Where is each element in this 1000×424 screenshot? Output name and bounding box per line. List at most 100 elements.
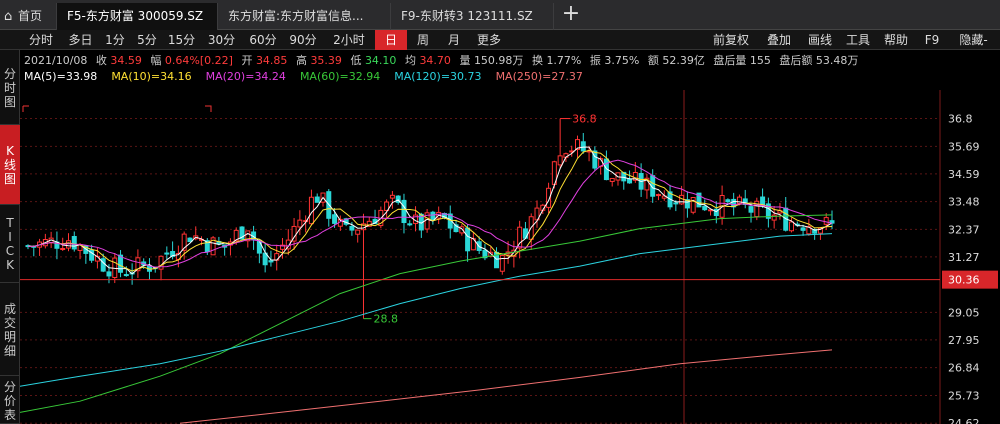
ma-legend-1: MA(10)=34.16 xyxy=(111,70,192,83)
period-0[interactable]: 分时 xyxy=(20,30,62,50)
candle-body xyxy=(800,227,806,231)
f9-button[interactable]: F9 xyxy=(917,30,947,50)
candle-body xyxy=(748,206,754,213)
candle-body xyxy=(789,221,795,232)
tab-home[interactable]: ⌂ 首页 xyxy=(0,3,57,30)
amplitude: 3.75% xyxy=(604,54,640,67)
period-5[interactable]: 30分 xyxy=(200,30,243,50)
candle-body xyxy=(823,217,829,225)
candle-body xyxy=(355,229,361,235)
ma-legend-5: MA(250)=27.37 xyxy=(495,70,583,83)
y-tick-label: 25.73 xyxy=(948,389,980,402)
range-mark-right xyxy=(205,105,212,112)
candle-body xyxy=(297,219,303,228)
candle-body xyxy=(164,252,170,255)
candle-body xyxy=(256,239,262,254)
after-hours-volume: 155 xyxy=(749,54,771,67)
candle-body xyxy=(60,248,66,251)
sidebar-kline[interactable]: K 线 图 xyxy=(0,125,20,205)
sidebar-trades[interactable]: 成 交 明 细 xyxy=(0,283,20,376)
period-7[interactable]: 90分 xyxy=(283,30,323,50)
candle-body xyxy=(71,236,77,250)
period-toolbar: 分时 多日 1分 5分 15分 30分 60分 90分 2小时日周月更多 前复权 叠加 画线 工具 帮助 F… xyxy=(0,30,1000,50)
candle-body xyxy=(725,199,731,203)
sidebar-intraday[interactable]: 分 时 图 xyxy=(0,50,20,125)
tools-button[interactable]: 工具 xyxy=(838,30,878,50)
hide-button[interactable]: 隐藏- xyxy=(947,30,1000,50)
period-2[interactable]: 1分 xyxy=(99,30,131,50)
candle-body xyxy=(655,194,661,197)
tab-stock-info[interactable]: 东方财富:东方财富信息... xyxy=(218,3,391,30)
candle-body xyxy=(465,227,471,252)
period-6[interactable]: 60分 xyxy=(243,30,283,50)
kline-chart[interactable]: 36.8 28.8 36.8 35.69 34.59 33.48 32.37 31.27 30.… xyxy=(20,90,1000,424)
view-sidebar: 分 时 图K 线 图T I C K成 交 明 细分 价 表 xyxy=(0,50,20,424)
ma-legend-4: MA(120)=30.73 xyxy=(394,70,482,83)
period-3[interactable]: 5分 xyxy=(131,30,163,50)
open-price: 34.85 xyxy=(255,54,288,67)
overlay-button[interactable]: 叠加 xyxy=(759,30,799,50)
period-11[interactable]: 月 xyxy=(439,30,469,50)
ma-legend-3: MA(60)=32.94 xyxy=(299,70,381,83)
candle-body xyxy=(690,196,696,213)
tab-bond-f9[interactable]: F9-东财转3 123111.SZ xyxy=(391,3,554,30)
add-tab-button[interactable]: + xyxy=(558,2,584,28)
candle-body xyxy=(314,196,320,203)
after-hours-amount: 53.48万 xyxy=(815,54,859,67)
candle-body xyxy=(65,240,71,249)
y-tick-label: 26.84 xyxy=(948,362,980,375)
y-tick-label: 30.36 xyxy=(948,274,980,287)
candle-body xyxy=(499,254,505,272)
candle-body xyxy=(702,205,708,211)
sidebar-tick[interactable]: T I C K xyxy=(0,205,20,283)
candle-body xyxy=(673,202,679,205)
quote-date: 2021/10/08 xyxy=(24,54,88,67)
period-12[interactable]: 更多 xyxy=(469,30,509,50)
ma-legend-2: MA(20)=34.24 xyxy=(205,70,286,83)
tab-stock-f5[interactable]: F5-东方财富 300059.SZ xyxy=(57,3,218,30)
period-1[interactable]: 多日 xyxy=(62,30,99,50)
ma20-line xyxy=(27,159,833,268)
y-tick-label: 33.48 xyxy=(948,196,980,209)
period-9[interactable]: 日 xyxy=(375,30,407,50)
y-tick-label: 36.8 xyxy=(948,113,973,126)
change-pct: 0.64%[0.22] xyxy=(164,54,233,67)
tab-bar: ⌂ 首页 F5-东方财富 300059.SZ 东方财富:东方财富信息... F9-… xyxy=(0,0,1000,30)
low-price: 34.10 xyxy=(364,54,397,67)
y-tick-label: 27.95 xyxy=(948,334,980,347)
y-tick-label: 35.69 xyxy=(948,140,980,153)
high-price: 35.39 xyxy=(310,54,342,67)
y-tick-label: 32.37 xyxy=(948,223,980,236)
candle-body xyxy=(627,178,633,184)
turnover: 1.77% xyxy=(546,54,582,67)
help-button[interactable]: 帮助 xyxy=(877,30,915,50)
candle-body xyxy=(332,214,338,224)
ma-legend: MA(5)=33.98 MA(10)=34.16 MA(20)=34.24 MA(60… xyxy=(24,70,597,83)
candle-body xyxy=(118,254,124,273)
candle-body xyxy=(268,260,274,263)
high-label: 36.8 xyxy=(572,113,597,126)
candle-body xyxy=(123,274,129,277)
sidebar-price-table[interactable]: 分 价 表 xyxy=(0,376,20,424)
period-4[interactable]: 15分 xyxy=(163,30,200,50)
volume: 150.98万 xyxy=(473,54,524,67)
y-tick-label: 24.62 xyxy=(948,417,980,424)
avg-price: 34.70 xyxy=(419,54,451,67)
y-tick-label: 34.59 xyxy=(948,168,980,181)
candle-body xyxy=(609,177,615,182)
draw-button[interactable]: 画线 xyxy=(800,30,840,50)
home-icon: ⌂ xyxy=(4,9,13,24)
adjust-button[interactable]: 前复权 xyxy=(706,30,756,50)
ma250-line xyxy=(179,349,833,424)
candle-body xyxy=(106,271,112,277)
period-10[interactable]: 周 xyxy=(407,30,439,50)
candle-body xyxy=(349,225,355,231)
candle-body xyxy=(308,196,314,225)
low-label: 28.8 xyxy=(373,313,398,326)
period-8[interactable]: 2小时 xyxy=(323,30,375,50)
y-tick-label: 31.27 xyxy=(948,251,980,264)
range-mark-left xyxy=(22,105,29,112)
quote-info-bar: 2021/10/08 收 34.59 幅 0.64%[0.22] 开 34.85… xyxy=(24,54,859,67)
candle-body xyxy=(401,199,407,224)
candle-body xyxy=(407,223,413,226)
